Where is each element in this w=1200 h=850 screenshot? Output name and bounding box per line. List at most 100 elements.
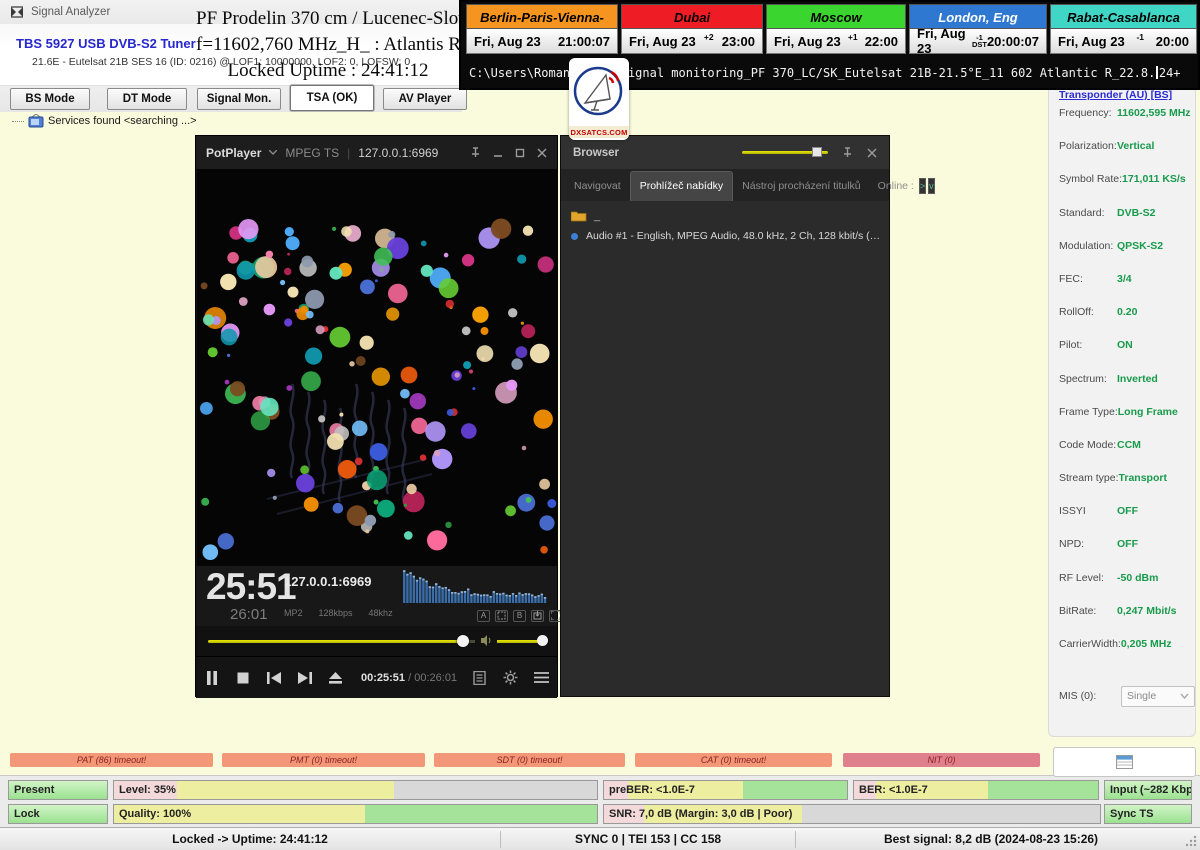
browser-slider[interactable] [742, 151, 828, 154]
pin-icon[interactable] [470, 147, 481, 158]
clock-city-name: Dubai [621, 4, 763, 29]
mode-button-signal-mon-[interactable]: Signal Mon. [197, 88, 281, 110]
signal-bar-input: Input (~282 Kbps) [1104, 780, 1192, 800]
mode-button-dt-mode[interactable]: DT Mode [107, 88, 187, 110]
services-tree-item[interactable]: Services found <searching ...> [12, 112, 197, 130]
clock-time-value: 20:00 [1156, 34, 1189, 49]
transponder-row-label: RF Level: [1059, 572, 1117, 584]
browser-slider-knob[interactable] [812, 147, 822, 157]
seek-bar[interactable] [208, 640, 461, 643]
clock-time-row: Fri, Aug 2321:00:07 [466, 29, 618, 54]
clock-time-value: 20:00:07 [987, 34, 1039, 49]
folder-row[interactable]: _ [571, 210, 600, 222]
close-icon[interactable] [537, 148, 547, 158]
bar-segment [802, 805, 1100, 823]
statusbar-uptime: Locked -> Uptime: 24:41:12 [0, 828, 500, 850]
transponder-row: Modulation:QPSK-S2 [1059, 240, 1195, 273]
timeout-bar-3: SDT (0) timeout! [434, 753, 625, 767]
tree-connector [12, 121, 24, 122]
mode-button-bs-mode[interactable]: BS Mode [10, 88, 90, 110]
previous-button[interactable] [258, 657, 289, 699]
world-clock-4: London, EngFri, Aug 23-1DST20:00:07 [909, 4, 1047, 54]
audio-track-item[interactable]: Audio #1 - English, MPEG Audio, 48.0 kHz… [571, 230, 883, 242]
aspect-icon[interactable] [495, 610, 508, 622]
online-next-button[interactable]: > [919, 178, 926, 194]
browser-titlebar[interactable]: Browser [561, 136, 889, 169]
transponder-row-value: CCM [1117, 439, 1141, 451]
resize-grip[interactable] [1185, 835, 1197, 847]
clock-time-value: 22:00 [865, 34, 898, 49]
transponder-row-label: RollOff: [1059, 306, 1117, 318]
pin-icon[interactable] [842, 147, 853, 158]
signal-bar-label: Lock [14, 805, 40, 823]
mode-button-strip: BS ModeDT ModeSignal Mon.TSA (OK)AV Play… [0, 86, 462, 112]
chevron-down-icon[interactable] [269, 150, 277, 155]
browser-title: Browser [573, 147, 619, 159]
menu-hamburger-icon[interactable] [526, 657, 557, 699]
bottom-statusbar: Locked -> Uptime: 24:41:12 SYNC 0 | TEI … [0, 827, 1200, 850]
transponder-row-label: Code Mode: [1059, 439, 1117, 451]
signal-bar-label: Level: 35% [119, 781, 176, 799]
transponder-row-label: FEC: [1059, 273, 1117, 285]
world-clock-2: DubaiFri, Aug 23+223:00 [621, 4, 763, 54]
ab-repeat-b-button[interactable]: B [513, 610, 526, 622]
text-cursor [1156, 66, 1158, 79]
transponder-row-label: Frame Type: [1059, 406, 1118, 418]
player-info-bar: 25:51 26:01 127.0.0.1:6969 MP2 128kbps 4… [196, 566, 557, 626]
statusbar-best-signal: Best signal: 8,2 dB (2024-08-23 15:26) [796, 828, 1186, 850]
timeout-bar-1: PAT (86) timeout! [10, 753, 213, 767]
transponder-row: RF Level:-50 dBm [1059, 572, 1195, 605]
stop-button[interactable] [227, 657, 258, 699]
clock-utc-offset: -1DST [972, 34, 987, 48]
capture-icon[interactable] [531, 610, 544, 622]
mis-dropdown[interactable]: Single [1121, 686, 1195, 707]
transponder-row-value: OFF [1117, 538, 1138, 550]
transponder-row-value: 3/4 [1117, 273, 1132, 285]
signal-bar-present: Present [8, 780, 108, 800]
tab-2[interactable]: Prohlížeč nabídky [630, 171, 733, 201]
ab-repeat-a-button[interactable]: A [477, 610, 490, 622]
signal-bar-label: Present [14, 781, 54, 799]
settings-gear-icon[interactable] [495, 657, 526, 699]
signal-bar-lock: Lock [8, 804, 108, 824]
playlist-icon[interactable] [464, 657, 495, 699]
next-button[interactable] [289, 657, 320, 699]
audio-spectrum [403, 570, 549, 604]
world-clock-3: MoscowFri, Aug 23+122:00 [766, 4, 906, 54]
transponder-row-label: Pilot: [1059, 339, 1117, 351]
maximize-icon[interactable] [515, 148, 525, 158]
pause-button[interactable] [196, 657, 227, 699]
samplerate-label: 48khz [369, 608, 393, 618]
transponder-row: Spectrum:Inverted [1059, 373, 1195, 406]
signal-bar-label: preBER: <1.0E-7 [609, 781, 695, 799]
player-titlebar[interactable]: PotPlayer MPEG TS | 127.0.0.1:6969 [196, 136, 557, 169]
online-dropdown-button[interactable]: v [928, 178, 935, 194]
video-area[interactable] [197, 169, 558, 566]
potplayer-window: PotPlayer MPEG TS | 127.0.0.1:6969 25:51… [195, 135, 558, 697]
speaker-icon[interactable] [480, 634, 493, 647]
transport-list-button[interactable] [1053, 747, 1196, 777]
eject-button[interactable] [320, 657, 351, 699]
transponder-row: Code Mode:CCM [1059, 439, 1195, 472]
timeout-bar-2: PMT (0) timeout! [222, 753, 425, 767]
app-icon [10, 5, 24, 19]
close-icon[interactable] [867, 148, 877, 158]
seek-knob[interactable] [457, 635, 469, 647]
clock-time-value: 23:00 [722, 34, 755, 49]
duration-time: 00:26:01 [414, 672, 457, 684]
mode-button-av-player[interactable]: AV Player [383, 88, 467, 110]
minimize-icon[interactable] [493, 148, 503, 158]
transponder-row-label: Symbol Rate: [1059, 173, 1122, 185]
tab-3[interactable]: Nástroj procházení titulků [733, 172, 869, 201]
track-bullet-icon [571, 233, 578, 240]
transponder-row-label: BitRate: [1059, 605, 1117, 617]
volume-knob[interactable] [537, 635, 548, 646]
transponder-row: RollOff:0.20 [1059, 306, 1195, 339]
transponder-row: Standard:DVB-S2 [1059, 207, 1195, 240]
clock-time-row: Fri, Aug 23+122:00 [766, 29, 906, 54]
world-clocks: Berlin-Paris-Vienna-RomaFri, Aug 2321:00… [466, 4, 1197, 54]
tab-1[interactable]: Navigovat [565, 172, 630, 201]
transponder-row-value: Long Frame [1118, 406, 1178, 418]
position-time: 00:25:51 [361, 672, 405, 684]
mode-button-tsa-ok-[interactable]: TSA (OK) [290, 85, 374, 111]
